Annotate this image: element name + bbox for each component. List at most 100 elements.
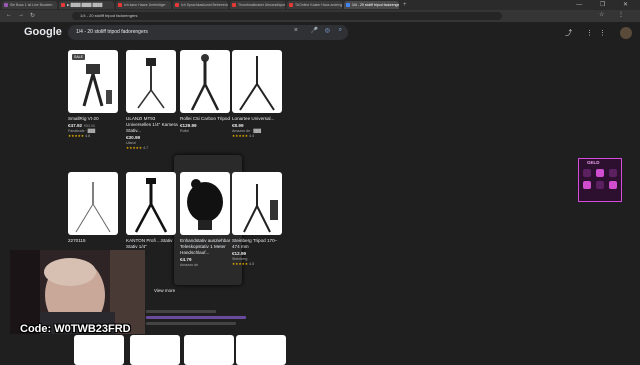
product-name[interactable]: Lonartee Universal... — [232, 116, 284, 122]
tab-label: 1/4 - 20 stoliff tripod fadorengers — [352, 3, 399, 7]
snippet-line — [146, 310, 216, 313]
widget-cell — [583, 181, 591, 189]
product-image[interactable] — [126, 172, 176, 235]
tripod-icon — [239, 56, 275, 111]
forward-icon[interactable]: → — [18, 12, 24, 18]
sale-badge: SALE — [72, 54, 85, 60]
product-image[interactable] — [232, 50, 282, 113]
product-image[interactable] — [232, 172, 282, 235]
tripod-icon — [243, 184, 278, 233]
product-image[interactable] — [180, 172, 230, 235]
rating-value: 4.6 — [85, 134, 91, 138]
tab[interactable]: ▶ ████ ████ ████ — [59, 1, 114, 9]
product-card[interactable]: Rollei C5i Carbon Tripod €129.99 Rollei — [180, 50, 232, 133]
product-card[interactable]: Enhandstativ ausziehbar Teleskopstativ 1… — [180, 172, 232, 267]
back-icon[interactable]: ← — [6, 12, 12, 18]
widget-cell — [583, 169, 591, 177]
share-icon[interactable]: ⤴ — [565, 30, 578, 37]
product-card[interactable]: Steinberg Tripod 170–474 mm €12.99 Steinbe… — [232, 172, 284, 266]
product-name[interactable]: Steinberg Tripod 170–474 mm — [232, 238, 284, 250]
tab[interactable]: TAOnline Kaster Haus andringee — [287, 1, 342, 9]
tab-bar: Sie Boss 1 ist Live Boosten ▶ ████ ████ █… — [0, 0, 640, 10]
rating: ★★★★★ 4.7 — [126, 146, 149, 150]
rating: ★★★★★ 4.6 — [68, 134, 91, 138]
tab[interactable]: Thumbnailmaker Alexandrique — [230, 1, 285, 9]
widget-cell — [609, 181, 617, 189]
window-controls[interactable]: — ❐ ✕ — [576, 1, 636, 8]
product-image[interactable]: SALE — [68, 50, 118, 113]
favicon-icon — [4, 3, 8, 7]
product-card[interactable]: SALE SmallRig Vt-20 €47.92 €53.00 Fanaticals… — [68, 50, 120, 138]
product-image[interactable] — [180, 50, 230, 113]
tab[interactable]: Ich Sprachkaskunst Betreeedung — [173, 1, 228, 9]
snippet-line — [146, 322, 236, 325]
browser-toolbar-icons[interactable]: ☆ ⋮ — [599, 11, 630, 18]
webcam-image — [10, 250, 145, 334]
product-price: €30.99 — [126, 135, 178, 140]
rating-value: 4.7 — [143, 146, 149, 150]
product-name[interactable]: ULANZI MT93 Universelles 1/4" Kamera Sta… — [126, 116, 178, 134]
apps-icon[interactable]: ⋮⋮ — [586, 30, 612, 37]
product-card[interactable]: Lonartee Universal... €8.99 Amazon.de · ██… — [232, 50, 284, 138]
product-image[interactable] — [236, 335, 286, 365]
tab-list: Sie Boss 1 ist Live Boosten ▶ ████ ████ █… — [0, 1, 399, 9]
product-image[interactable] — [184, 335, 234, 365]
price-value: €129.99 — [180, 123, 197, 128]
favicon-icon — [61, 3, 65, 7]
stream-widget: GELD — [578, 158, 622, 202]
price-value: €4.79 — [180, 257, 192, 262]
lens-icon[interactable]: ◎ — [325, 27, 330, 34]
product-name[interactable]: Enhandstativ ausziehbar Teleskopstativ 1… — [180, 238, 232, 256]
store-name: Steinberg — [232, 257, 248, 261]
clear-icon[interactable]: × — [294, 27, 298, 34]
view-more-link[interactable]: View more — [154, 288, 175, 293]
tripod-icon — [190, 54, 220, 111]
old-price: €53.00 — [84, 124, 96, 128]
product-image[interactable] — [130, 335, 180, 365]
product-card[interactable]: 2270115 — [68, 172, 120, 244]
store-name: Amazon.de — [180, 263, 199, 267]
tab[interactable]: 1/4 - 20 stoliff tripod fadorengers — [344, 1, 399, 9]
tab[interactable]: Ich kann Haare Umfeldiger — [116, 1, 171, 9]
rating-value: 4.5 — [249, 262, 255, 266]
tab-label: ▶ ████ ████ ████ — [67, 3, 103, 7]
search-input[interactable]: 1/4 - 20 stoliff tripod fadorengers — [76, 29, 148, 35]
product-image[interactable] — [74, 335, 124, 365]
rating-value: 4.4 — [249, 134, 255, 138]
search-icon[interactable]: ⌕ — [339, 27, 342, 34]
product-name[interactable]: KANTON Profi ...Stativ Stativ 1/4" — [126, 238, 178, 250]
widget-cell — [609, 169, 617, 177]
result-snippets — [146, 310, 246, 328]
product-image[interactable] — [68, 172, 118, 235]
product-image[interactable] — [126, 50, 176, 113]
tab-label: Ich Sprachkaskunst Betreeedung — [181, 3, 228, 7]
product-price: €129.99 — [180, 123, 232, 128]
tab[interactable]: Sie Boss 1 ist Live Boosten — [2, 1, 57, 9]
google-logo[interactable]: Google — [24, 26, 62, 38]
new-tab-button[interactable]: + — [403, 2, 407, 8]
product-name[interactable]: Rollei C5i Carbon Tripod — [180, 116, 232, 122]
product-name[interactable]: SmallRig Vt-20 — [68, 116, 120, 122]
store-name: Rollei — [180, 129, 189, 133]
rating: ★★★★★ 4.5 — [232, 262, 255, 266]
price-value: €8.99 — [232, 123, 244, 128]
search-box[interactable]: 1/4 - 20 stoliff tripod fadorengers × 🎤 … — [68, 25, 348, 40]
store-name: Ulanzi — [126, 141, 136, 145]
reload-icon[interactable]: ↻ — [30, 12, 35, 19]
tripod-icon — [137, 58, 165, 109]
product-price: €4.79 — [180, 257, 232, 262]
price-value: €47.92 — [68, 123, 83, 128]
tab-label: Ich kann Haare Umfeldiger — [124, 3, 166, 7]
avatar[interactable] — [620, 27, 632, 39]
favicon-icon — [289, 3, 293, 7]
google-header: Google 1/4 - 20 stoliff tripod fadorenge… — [0, 22, 640, 44]
mic-icon[interactable]: 🎤 — [311, 27, 318, 34]
store-name: Fanaticals · ███ — [68, 129, 96, 133]
url-field[interactable]: 1/4 - 20 stoliff tripod fadorengers — [72, 12, 502, 20]
product-name[interactable]: 2270115 — [68, 238, 120, 244]
favicon-icon — [175, 3, 179, 7]
product-card[interactable]: KANTON Profi ...Stativ Stativ 1/4" — [126, 172, 178, 250]
tab-label: Sie Boss 1 ist Live Boosten — [10, 3, 53, 7]
product-card[interactable]: ULANZI MT93 Universelles 1/4" Kamera Sta… — [126, 50, 178, 150]
product-price: €47.92 €53.00 — [68, 123, 120, 128]
